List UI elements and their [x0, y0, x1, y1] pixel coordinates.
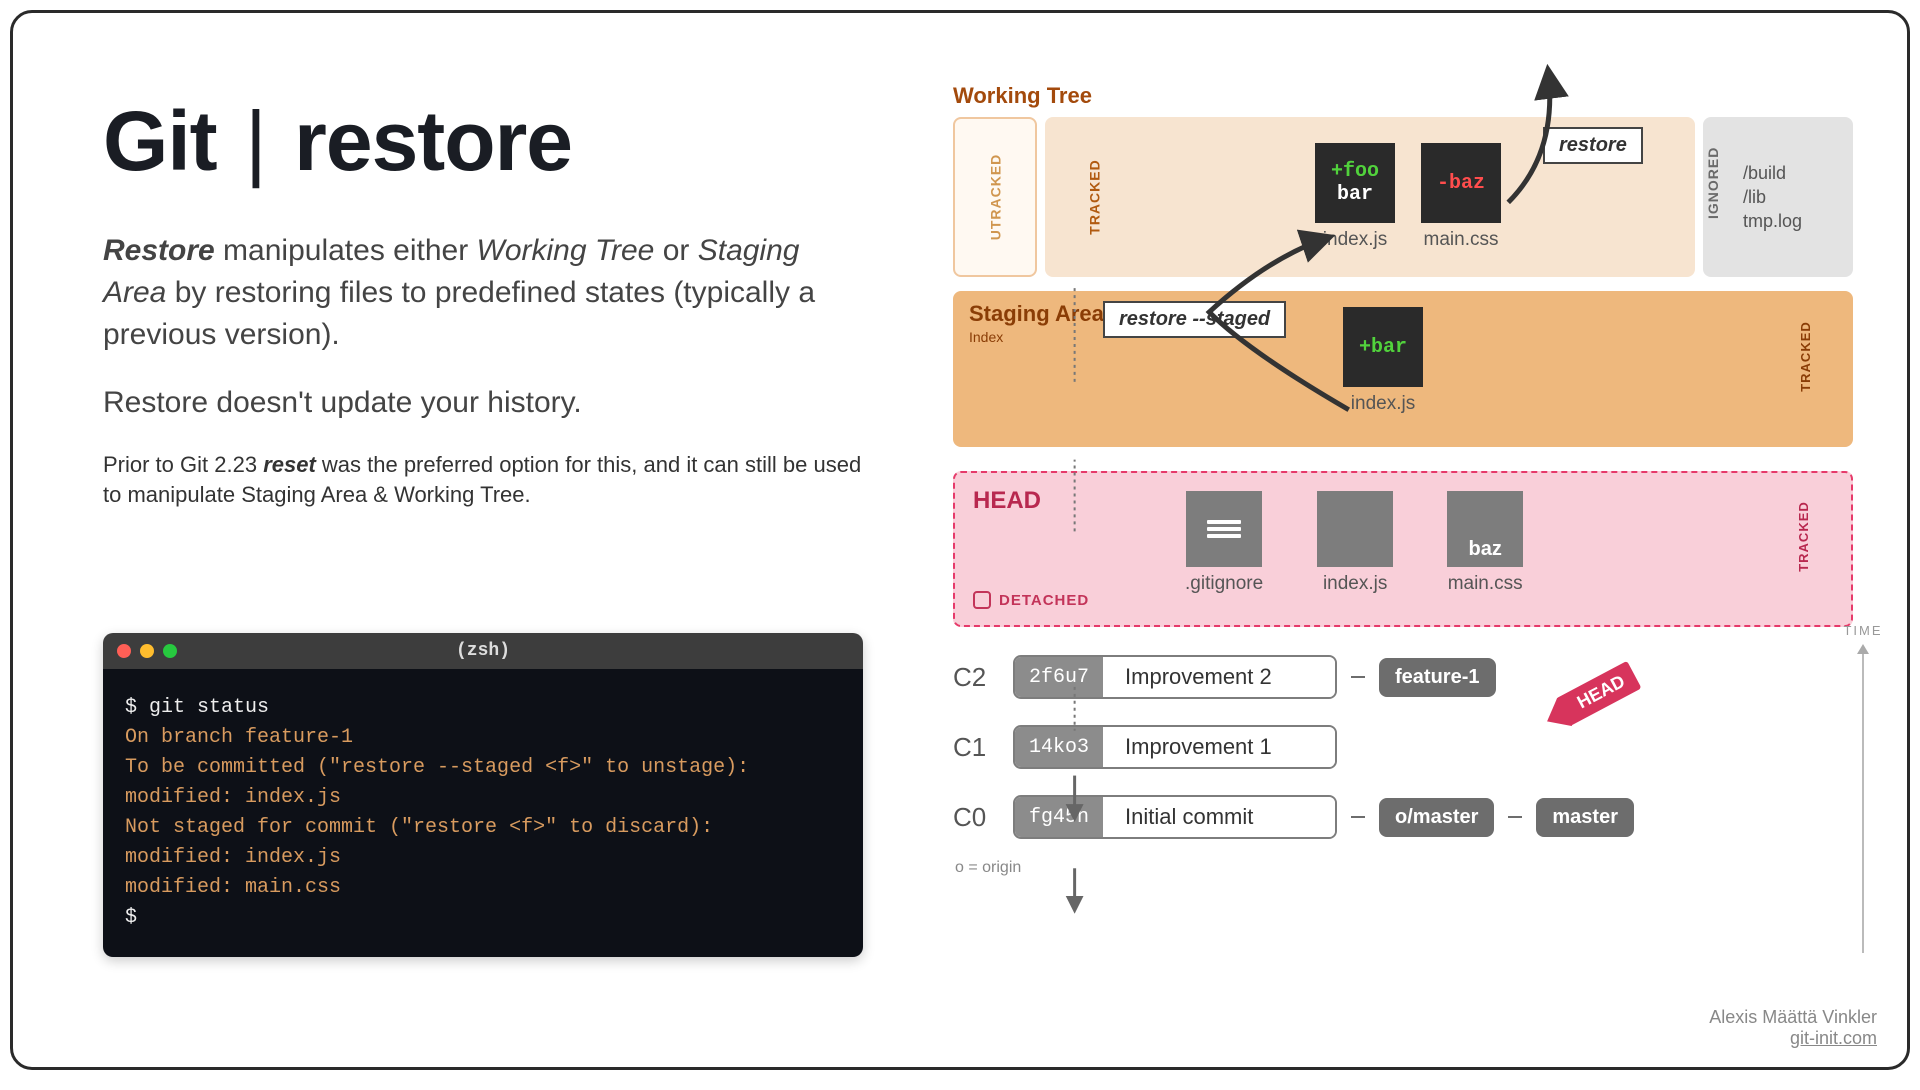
- commit-message: Improvement 2: [1103, 657, 1335, 697]
- branch-tag: feature-1: [1379, 658, 1495, 697]
- head-file-main-css: baz main.css: [1447, 491, 1523, 595]
- commit-row: C2 2f6u7Improvement 2 feature-1: [953, 655, 1853, 699]
- site-link[interactable]: git-init.com: [1709, 1028, 1877, 1049]
- file-diff-box: -baz: [1421, 143, 1501, 223]
- terminal-titlebar: (zsh): [103, 633, 863, 669]
- untracked-zone: UTRACKED: [953, 117, 1037, 277]
- branch-tag: o/master: [1379, 798, 1494, 837]
- untracked-label: UTRACKED: [987, 154, 1003, 241]
- checkbox-icon: [973, 591, 991, 609]
- terminal-title: (zsh): [456, 641, 510, 661]
- working-tree-label: Working Tree: [953, 83, 1853, 109]
- terminal-line: On branch feature-1: [125, 723, 841, 753]
- terminal-line: Not staged for commit ("restore <f>" to …: [125, 813, 841, 843]
- commit-hash: 14ko3: [1015, 727, 1103, 767]
- ignored-zone: IGNORED /build/libtmp.log: [1703, 117, 1853, 277]
- restore-callout: restore: [1543, 127, 1643, 164]
- ignored-label: IGNORED: [1705, 139, 1721, 219]
- page-title: Git | restore: [103, 93, 863, 190]
- diagram-card: Git | restore Restore manipulates either…: [10, 10, 1910, 1070]
- terminal-line: To be committed ("restore --staged <f>" …: [125, 753, 841, 783]
- window-close-icon: [117, 644, 131, 658]
- commit-row: C0 fg45nInitial commit o/master master: [953, 795, 1853, 839]
- left-panel: Git | restore Restore manipulates either…: [103, 93, 863, 510]
- commit-pill: 2f6u7Improvement 2: [1013, 655, 1337, 699]
- time-axis: TIME: [1843, 623, 1883, 953]
- head-file-index-js: index.js: [1317, 491, 1393, 595]
- file-box: [1317, 491, 1393, 567]
- commit-id: C2: [953, 662, 999, 693]
- terminal-body: $ git statusOn branch feature-1To be com…: [103, 669, 863, 957]
- reset-note: Prior to Git 2.23 reset was the preferre…: [103, 450, 863, 510]
- origin-note: o = origin: [955, 859, 1853, 877]
- commit-row: C1 14ko3Improvement 1: [953, 725, 1853, 769]
- commit-hash: 2f6u7: [1015, 657, 1103, 697]
- terminal-line: modified: main.css: [125, 873, 841, 903]
- terminal-line: $ git status: [125, 693, 841, 723]
- restore-staged-callout: restore --staged: [1103, 301, 1286, 338]
- working-tree-zone: UTRACKED TRACKED +foo bar index.js -baz …: [953, 117, 1853, 277]
- window-min-icon: [140, 644, 154, 658]
- terminal-line: modified: index.js: [125, 783, 841, 813]
- staging-file: +bar index.js: [1343, 307, 1423, 415]
- ignored-files: /build/libtmp.log: [1743, 161, 1802, 233]
- no-history-note: Restore doesn't update your history.: [103, 386, 863, 420]
- terminal: (zsh) $ git statusOn branch feature-1To …: [103, 633, 863, 957]
- tracked-label: TRACKED: [1087, 159, 1103, 234]
- staging-tracked-label: TRACKED: [1798, 321, 1813, 392]
- file-main-css: -baz main.css: [1421, 143, 1501, 251]
- commit-pill: 14ko3Improvement 1: [1013, 725, 1337, 769]
- commit-id: C1: [953, 732, 999, 763]
- credits: Alexis Määttä Vinkler git-init.com: [1709, 1007, 1877, 1049]
- commit-id: C0: [953, 802, 999, 833]
- head-area: HEAD DETACHED TRACKED .gitignore index.j…: [953, 471, 1853, 627]
- head-file-gitignore: .gitignore: [1185, 491, 1263, 595]
- commit-hash: fg45n: [1015, 797, 1103, 837]
- branch-tag: master: [1536, 798, 1634, 837]
- terminal-line: $: [125, 903, 841, 933]
- title-restore: restore: [294, 94, 572, 188]
- window-max-icon: [163, 644, 177, 658]
- detached-indicator: DETACHED: [973, 591, 1089, 609]
- head-tracked-label: TRACKED: [1796, 501, 1811, 572]
- terminal-line: modified: index.js: [125, 843, 841, 873]
- file-diff-box: +bar: [1343, 307, 1423, 387]
- title-sep: |: [239, 94, 272, 188]
- right-diagram: Working Tree UTRACKED TRACKED +foo bar i…: [953, 83, 1853, 877]
- file-box: baz: [1447, 491, 1523, 567]
- commit-message: Initial commit: [1103, 797, 1335, 837]
- author: Alexis Määttä Vinkler: [1709, 1007, 1877, 1028]
- staging-area: Staging Area Index TRACKED +bar index.js: [953, 291, 1853, 447]
- file-box: [1186, 491, 1262, 567]
- intro-paragraph: Restore manipulates either Working Tree …: [103, 230, 863, 356]
- arrow-up-icon: [1857, 644, 1869, 654]
- head-files: .gitignore index.js baz main.css: [1185, 491, 1549, 595]
- title-git: Git: [103, 94, 217, 188]
- commit-graph: C2 2f6u7Improvement 2 feature-1 C1 14ko3Impr…: [953, 655, 1853, 839]
- file-index-js: +foo bar index.js: [1315, 143, 1395, 251]
- commit-message: Improvement 1: [1103, 727, 1335, 767]
- commit-pill: fg45nInitial commit: [1013, 795, 1337, 839]
- file-diff-box: +foo bar: [1315, 143, 1395, 223]
